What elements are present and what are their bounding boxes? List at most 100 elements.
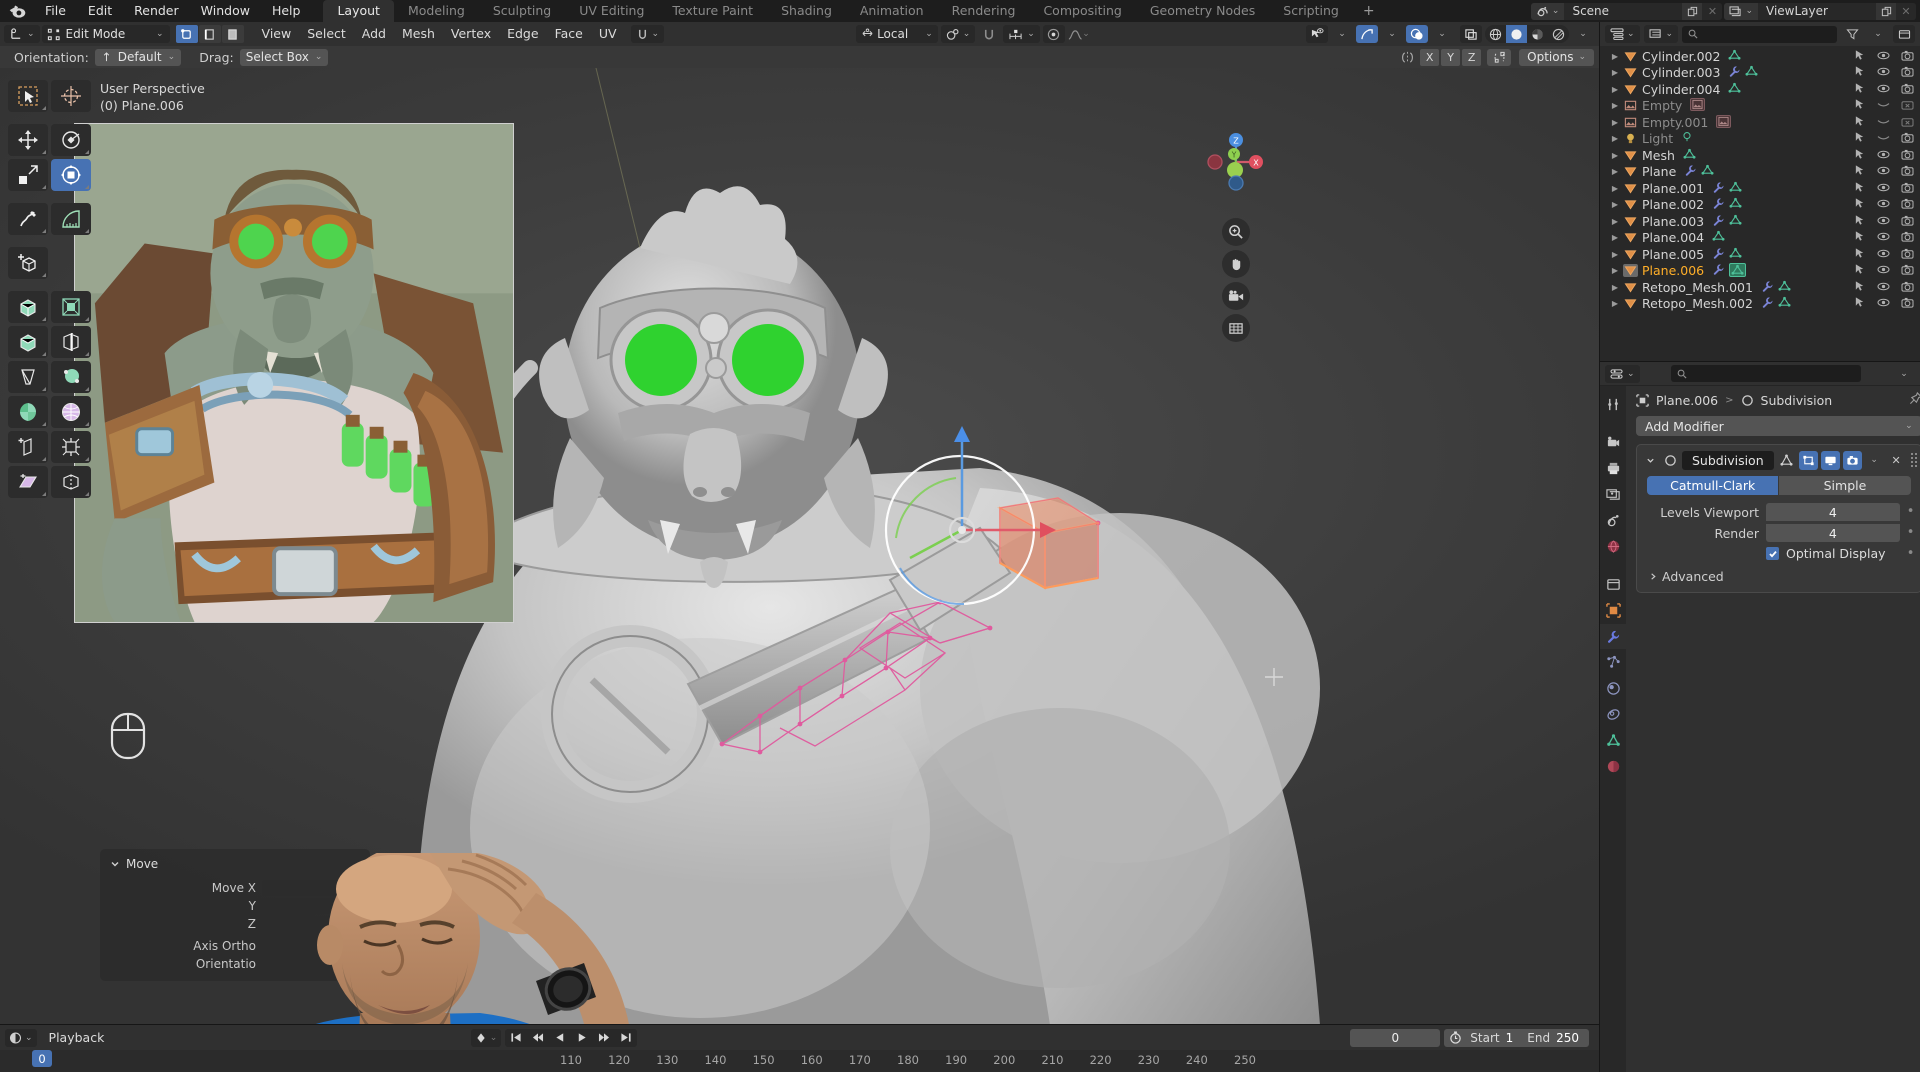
blender-logo-icon[interactable] <box>0 0 34 22</box>
orientation-dropdown[interactable]: Default ⌄ <box>95 49 181 66</box>
cursor-tool[interactable] <box>51 80 91 112</box>
pin-icon[interactable] <box>1909 392 1920 408</box>
outliner-row-cylinder-002[interactable]: ▶Cylinder.002 <box>1600 48 1920 65</box>
selectable-toggle-icon[interactable] <box>1854 280 1866 295</box>
disclosure-triangle-icon[interactable]: ▶ <box>1608 266 1622 275</box>
filter-icon[interactable] <box>1841 25 1863 43</box>
disable-in-renders-toggle-icon[interactable] <box>1901 49 1914 64</box>
disclosure-triangle-icon[interactable]: ▶ <box>1608 134 1622 143</box>
outliner-row-plane-006[interactable]: ▶Plane.006 <box>1600 263 1920 280</box>
xray-toggle-icon[interactable] <box>1460 25 1482 43</box>
modifier-close-button[interactable]: ✕ <box>1887 451 1906 470</box>
properties-editor[interactable]: ⌄ ⌄ <box>1600 362 1920 1072</box>
outliner-item-label[interactable]: Plane.002 <box>1639 197 1704 212</box>
disable-in-renders-toggle-icon[interactable] <box>1901 131 1914 146</box>
object-data-icon[interactable] <box>1729 197 1742 212</box>
disable-in-renders-toggle-icon[interactable] <box>1901 82 1914 97</box>
play-button[interactable] <box>571 1029 593 1047</box>
rotate-tool[interactable] <box>51 124 91 156</box>
modifier-wrench-icon[interactable] <box>1712 247 1725 262</box>
scene-icon[interactable]: ⌄ <box>1531 3 1565 20</box>
disable-in-renders-toggle-icon[interactable] <box>1901 98 1914 113</box>
workspace-tab-animation[interactable]: Animation <box>846 0 938 22</box>
hide-in-viewport-toggle-icon[interactable] <box>1877 280 1890 295</box>
properties-tab-scene[interactable] <box>1600 508 1626 533</box>
scene-selector[interactable]: ⌄ Scene ✕ <box>1531 3 1723 20</box>
selectable-toggle-icon[interactable] <box>1854 148 1866 163</box>
menu-render[interactable]: Render <box>123 0 190 22</box>
outliner-item-label[interactable]: Empty.001 <box>1639 115 1708 130</box>
viewport-menu-uv[interactable]: UV <box>591 22 625 46</box>
playback-menu[interactable]: Playback <box>41 1029 113 1047</box>
inset-faces-tool[interactable] <box>51 291 91 323</box>
hide-in-viewport-toggle-icon[interactable] <box>1877 131 1890 146</box>
poly-build-tool[interactable] <box>51 361 91 393</box>
outliner-row-retopo-mesh-001[interactable]: ▶Retopo_Mesh.001 <box>1600 279 1920 296</box>
catmull-clark-button[interactable]: Catmull-Clark <box>1647 476 1778 495</box>
mirror-axis-z[interactable]: Z <box>1462 49 1481 66</box>
end-frame-value[interactable]: 250 <box>1556 1031 1589 1045</box>
drag-dropdown[interactable]: Select Box ⌄ <box>240 49 329 66</box>
workspace-tab-compositing[interactable]: Compositing <box>1029 0 1135 22</box>
overlays-dropdown[interactable]: ⌄ <box>1431 25 1453 43</box>
shear-tool[interactable] <box>8 466 48 498</box>
vertex-select-button[interactable] <box>176 25 198 43</box>
loop-cut-tool[interactable] <box>51 326 91 358</box>
knife-tool[interactable] <box>8 361 48 393</box>
realtime-display-toggle[interactable] <box>1821 451 1840 470</box>
selectable-toggle-icon[interactable] <box>1854 164 1866 179</box>
workspace-tab-geometry-nodes[interactable]: Geometry Nodes <box>1136 0 1269 22</box>
outliner-editor-icon[interactable]: ⌄ <box>1605 25 1640 43</box>
properties-tab-tool[interactable] <box>1600 392 1626 417</box>
workspace-tab-shading[interactable]: Shading <box>767 0 846 22</box>
visibility-dropdown[interactable]: ⌄ <box>1331 25 1353 43</box>
optimal-display-checkbox[interactable] <box>1766 547 1779 560</box>
properties-tab-view-layer[interactable] <box>1600 482 1626 507</box>
hide-in-viewport-toggle-icon[interactable] <box>1877 247 1890 262</box>
selectable-toggle-icon[interactable] <box>1854 230 1866 245</box>
properties-tab-collection[interactable] <box>1600 572 1626 597</box>
outliner-item-list[interactable]: ▶Cylinder.002 ▶ Cylinder.003▶Cylinder.004 ▶… <box>1600 46 1920 362</box>
face-select-button[interactable] <box>222 25 244 43</box>
hide-in-viewport-toggle-icon[interactable] <box>1877 65 1890 80</box>
play-reverse-button[interactable] <box>549 1029 571 1047</box>
rip-region-tool[interactable] <box>51 466 91 498</box>
properties-tab-output[interactable] <box>1600 456 1626 481</box>
hide-in-viewport-toggle-icon[interactable] <box>1877 82 1890 97</box>
overlays-icon[interactable] <box>1406 25 1428 43</box>
wireframe-shading-button[interactable] <box>1485 25 1506 43</box>
tweak-select-box-tool[interactable] <box>8 80 48 112</box>
hide-in-viewport-toggle-icon[interactable] <box>1877 230 1890 245</box>
selectable-toggle-icon[interactable] <box>1854 263 1866 278</box>
object-data-icon[interactable] <box>1729 247 1742 262</box>
rendered-shading-button[interactable] <box>1548 25 1569 43</box>
modifier-wrench-icon[interactable] <box>1761 296 1774 311</box>
snap-magnet-icon[interactable] <box>978 25 1000 43</box>
transform-tool[interactable] <box>51 159 91 191</box>
disclosure-triangle-icon[interactable]: ▶ <box>1608 101 1622 110</box>
animate-dot-levels-viewport[interactable]: • <box>1907 508 1915 516</box>
breadcrumb-object[interactable]: Plane.006 <box>1656 393 1718 408</box>
outliner-row-mesh[interactable]: ▶Mesh <box>1600 147 1920 164</box>
disable-in-renders-toggle-icon[interactable] <box>1901 230 1914 245</box>
outliner-item-label[interactable]: Cylinder.003 <box>1639 65 1720 80</box>
render-levels-field[interactable]: 4 <box>1766 524 1900 542</box>
disclosure-triangle-icon[interactable]: ▶ <box>1608 233 1622 242</box>
hide-in-viewport-toggle-icon[interactable] <box>1877 263 1890 278</box>
outliner-row-plane-005[interactable]: ▶Plane.005 <box>1600 246 1920 263</box>
outliner-row-cylinder-004[interactable]: ▶Cylinder.004 <box>1600 81 1920 98</box>
current-frame-field[interactable]: 0 <box>1350 1029 1440 1047</box>
object-data-icon[interactable] <box>1690 98 1705 113</box>
solid-shading-button[interactable] <box>1506 25 1527 43</box>
disable-in-renders-toggle-icon[interactable] <box>1901 148 1914 163</box>
pivot-point-icon[interactable]: ⌄ <box>941 25 976 43</box>
object-data-icon[interactable] <box>1728 49 1741 64</box>
properties-tab-render[interactable] <box>1600 430 1626 455</box>
outliner-item-label[interactable]: Plane.003 <box>1639 214 1704 229</box>
drag-dots-icon[interactable] <box>1911 453 1917 467</box>
disclosure-triangle-icon[interactable]: ▶ <box>1608 283 1622 292</box>
visibility-selector-icon[interactable] <box>1306 25 1328 43</box>
simple-button[interactable]: Simple <box>1779 476 1910 495</box>
object-data-icon[interactable] <box>1778 280 1791 295</box>
viewport-menu-view[interactable]: View <box>254 22 300 46</box>
